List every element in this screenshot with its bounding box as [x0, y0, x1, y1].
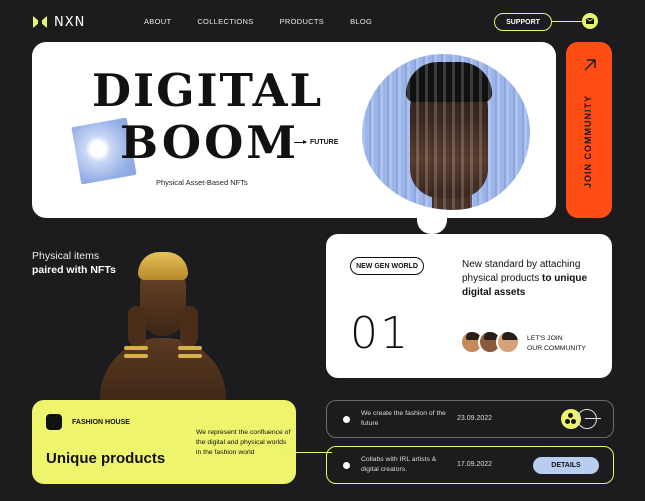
bullet-dot: [343, 462, 350, 469]
nav-products[interactable]: PRODUCTS: [280, 17, 325, 26]
model-image: [98, 246, 228, 400]
bag-icon: [46, 414, 62, 430]
arrow-right-icon: [294, 140, 307, 144]
row-text: We create the fashion of the future: [361, 410, 446, 427]
fashion-house-label: FASHION HOUSE: [72, 419, 130, 426]
hero-card: DIGITAL BOOM FUTURE Physical Asset-Based…: [32, 42, 556, 218]
gen-world-pill[interactable]: NEW GEN WORLD: [350, 257, 424, 275]
hero-title-line1: DIGITAL: [92, 64, 324, 117]
logo-icon: [33, 16, 47, 28]
list-item[interactable]: We create the fashion of the future 23.0…: [326, 400, 614, 438]
join-community-button[interactable]: JOIN COMMUNITY: [566, 42, 612, 218]
arrow-right-icon[interactable]: [585, 418, 601, 419]
list-item[interactable]: Collabs with IRL artists & digital creat…: [326, 446, 614, 484]
support-connector: [552, 21, 584, 22]
fashion-title: Unique products: [46, 450, 166, 467]
row-date: 23.09.2022: [457, 415, 493, 422]
mail-button[interactable]: [582, 13, 598, 29]
join-community-label: JOIN COMMUNITY: [583, 94, 593, 188]
arrow-up-right-icon: [584, 59, 596, 71]
brand-logo[interactable]: NXN: [32, 14, 85, 30]
hero-subtitle: Physical Asset-Based NFTs: [156, 178, 248, 187]
feature-line1: Physical items: [32, 250, 100, 262]
avatar: [496, 330, 520, 354]
fashion-description: We represent the confluence of the digit…: [196, 429, 291, 456]
lets-join-label[interactable]: LET'S JOIN OUR COMMUNITY: [527, 334, 586, 354]
future-label: FUTURE: [310, 139, 339, 146]
support-button[interactable]: SUPPORT: [494, 13, 552, 31]
row-date: 17.09.2022: [457, 461, 493, 468]
step-number: 01: [350, 308, 410, 359]
details-button[interactable]: DETAILS: [533, 457, 599, 474]
hero-title-line2: BOOM: [120, 116, 300, 169]
hero-tab: [417, 214, 447, 234]
fashion-connector: [280, 452, 332, 453]
gen-world-card: NEW GEN WORLD New standard by attaching …: [326, 234, 612, 378]
portrait-image: [362, 54, 530, 210]
community-avatars[interactable]: [460, 330, 520, 354]
nav-blog[interactable]: BLOG: [350, 17, 372, 26]
nav-about[interactable]: ABOUT: [144, 17, 171, 26]
bullet-dot: [343, 416, 350, 423]
gen-world-description: New standard by attaching physical produ…: [462, 259, 588, 298]
nav-collections[interactable]: COLLECTIONS: [197, 17, 253, 26]
future-link[interactable]: FUTURE: [294, 139, 338, 146]
mail-icon: [586, 18, 594, 24]
brand-name: NXN: [54, 14, 86, 30]
fashion-house-card: FASHION HOUSE Unique products We represe…: [32, 400, 296, 484]
circle-outline-icon: [577, 409, 597, 429]
main-nav: ABOUT COLLECTIONS PRODUCTS BLOG: [144, 17, 372, 26]
row-text: Collabs with IRL artists & digital creat…: [361, 456, 437, 473]
